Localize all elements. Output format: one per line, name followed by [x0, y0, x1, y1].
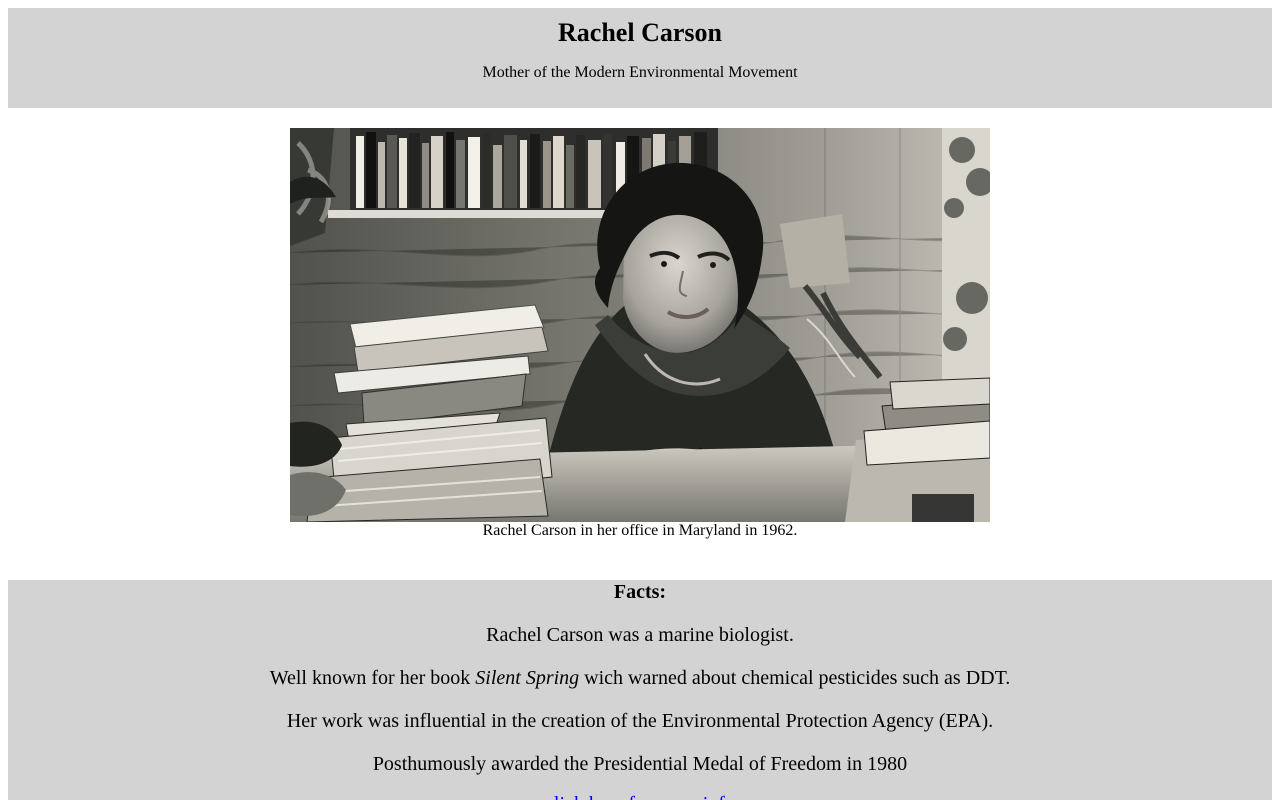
page: Rachel Carson Mother of the Modern Envir… [0, 0, 1280, 800]
fact-epa: Her work was influential in the creation… [286, 710, 994, 732]
book-title-silent-spring: Silent Spring [475, 667, 580, 689]
facts-heading: Facts: [613, 581, 667, 603]
facts-section: Facts: Rachel Carson was a marine biolog… [8, 580, 1272, 800]
fact-silent-spring-lead: Well known for her book [269, 667, 476, 689]
fact-marine-biologist: Rachel Carson was a marine biologist. [486, 624, 794, 646]
header-banner: Rachel Carson Mother of the Modern Envir… [8, 8, 1272, 108]
portrait-photo-illustration [290, 128, 990, 522]
portrait-figure: Rachel Carson in her office in Maryland … [290, 128, 990, 540]
more-info-link[interactable]: click here for more info [8, 792, 1272, 800]
page-title: Rachel Carson [558, 18, 722, 47]
fact-silent-spring-tail: wich warned about chemical pesticides su… [579, 667, 1011, 689]
fact-silent-spring: Well known for her book Silent Spring wi… [8, 666, 1272, 690]
portrait-photo [290, 128, 990, 522]
portrait-caption: Rachel Carson in her office in Maryland … [482, 522, 798, 539]
page-subtitle: Mother of the Modern Environmental Movem… [482, 64, 798, 81]
fact-medal-of-freedom: Posthumously awarded the Presidential Me… [372, 753, 908, 775]
